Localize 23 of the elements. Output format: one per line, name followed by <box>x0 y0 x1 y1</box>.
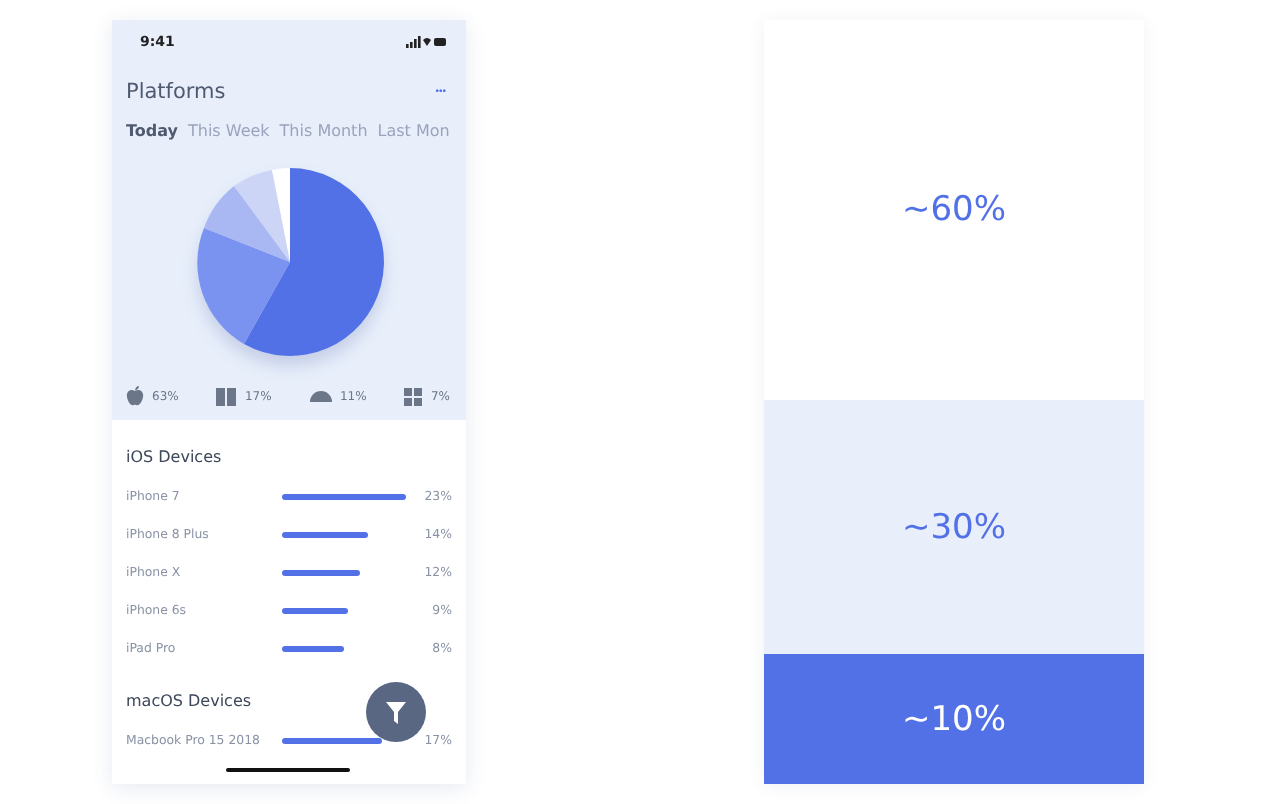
screen-title: Platforms <box>126 80 226 104</box>
status-icons <box>406 36 446 48</box>
usage-bar <box>282 738 382 744</box>
filter-button[interactable] <box>366 682 426 742</box>
period-tab[interactable]: This Week <box>187 122 270 140</box>
period-tab[interactable]: This Month <box>279 122 368 140</box>
usage-bar <box>282 570 361 576</box>
usage-bar <box>282 532 369 538</box>
section-title: iOS Devices <box>126 448 224 466</box>
period-tab[interactable]: Today <box>126 122 178 140</box>
apple-icon <box>126 386 144 406</box>
usage-bar <box>282 608 348 614</box>
proportion-label: ~60% <box>901 190 1007 230</box>
proportion-label: ~30% <box>901 507 1007 547</box>
proportion-label: ~10% <box>901 699 1007 739</box>
home-indicator <box>226 768 350 772</box>
windows-icon <box>404 387 423 405</box>
filter-icon <box>386 701 406 723</box>
book-icon <box>216 387 237 405</box>
section-title: macOS Devices <box>126 692 254 710</box>
usage-bar <box>282 494 407 500</box>
period-tab[interactable]: Last Mon <box>377 122 450 140</box>
usage-bar <box>282 646 344 652</box>
